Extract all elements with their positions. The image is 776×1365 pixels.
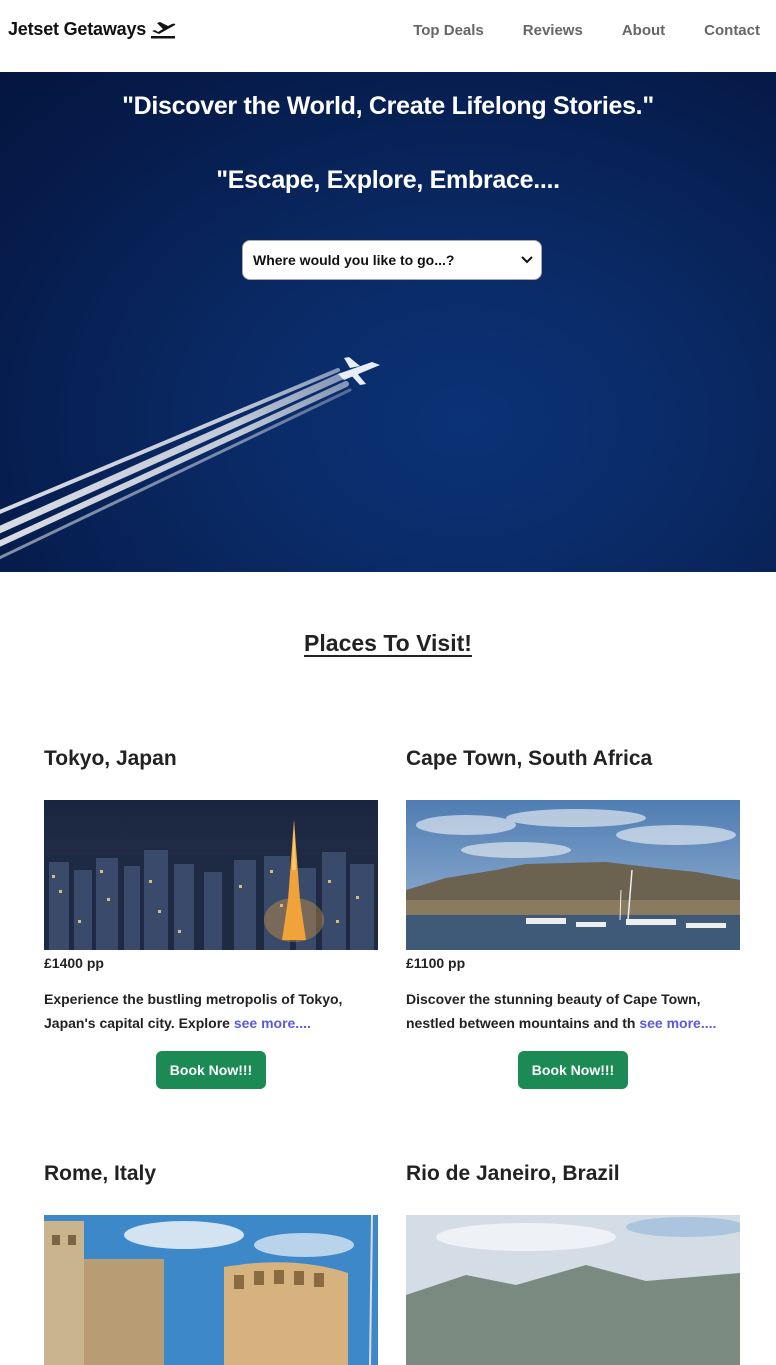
card-price: £1400 pp bbox=[44, 955, 104, 971]
card-title: Rio de Janeiro, Brazil bbox=[406, 1162, 620, 1185]
brand-name: Jetset Getaways bbox=[8, 18, 147, 39]
book-now-button[interactable]: Book Now!!! bbox=[156, 1051, 266, 1089]
destination-card-cape-town: Cape Town, South Africa £1100 pp Discove… bbox=[406, 744, 740, 1089]
see-more-link[interactable]: see more.... bbox=[234, 1015, 311, 1031]
rome-image bbox=[44, 1215, 378, 1365]
card-title: Cape Town, South Africa bbox=[406, 747, 653, 770]
airplane-contrail-image bbox=[0, 357, 380, 560]
book-now-button[interactable]: Book Now!!! bbox=[518, 1051, 628, 1089]
nav-link-top-deals[interactable]: Top Deals bbox=[413, 22, 484, 39]
card-price: £1100 pp bbox=[406, 955, 466, 971]
see-more-link[interactable]: see more.... bbox=[639, 1015, 716, 1031]
cape-town-image bbox=[406, 800, 740, 950]
nav-link-reviews[interactable]: Reviews bbox=[523, 22, 583, 39]
hero-headline: "Discover the World, Create Lifelong Sto… bbox=[122, 92, 654, 120]
brand-logo[interactable]: Jetset Getaways bbox=[8, 18, 176, 40]
destination-card-rio: Rio de Janeiro, Brazil bbox=[406, 1159, 740, 1365]
nav-link-about[interactable]: About bbox=[622, 22, 665, 39]
card-title: Tokyo, Japan bbox=[44, 747, 177, 770]
rio-image bbox=[406, 1215, 740, 1365]
card-description: Experience the bustling metropolis of To… bbox=[44, 987, 378, 1035]
card-description: Discover the stunning beauty of Cape Tow… bbox=[406, 987, 740, 1035]
destination-select-value: Where would you like to go...? bbox=[253, 252, 455, 268]
card-title: Rome, Italy bbox=[44, 1162, 157, 1185]
tokyo-image bbox=[44, 800, 378, 950]
section-title: Places To Visit! bbox=[304, 630, 472, 656]
destination-select[interactable]: Where would you like to go...? bbox=[242, 240, 542, 280]
destination-card-tokyo: Tokyo, Japan £1400 pp Experience the bus… bbox=[44, 744, 378, 1089]
navbar: Jetset Getaways Top Deals Reviews About … bbox=[0, 0, 776, 72]
hero-banner: "Discover the World, Create Lifelong Sto… bbox=[0, 72, 776, 572]
destination-card-rome: Rome, Italy bbox=[44, 1159, 378, 1365]
hero-subheadline: "Escape, Explore, Embrace.... bbox=[216, 166, 560, 194]
airplane-takeoff-icon bbox=[151, 22, 176, 39]
chevron-down-icon bbox=[521, 256, 533, 264]
nav-links: Top Deals Reviews About Contact bbox=[374, 22, 760, 39]
nav-link-contact[interactable]: Contact bbox=[704, 22, 760, 39]
